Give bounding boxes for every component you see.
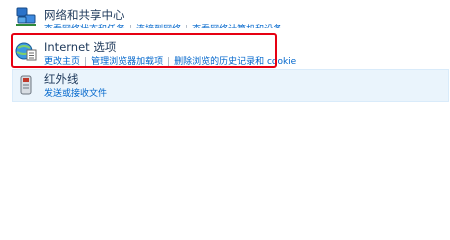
internet-options-icon[interactable] bbox=[14, 39, 38, 63]
panel-item-internet-options: Internet 选项 更改主页 | 管理浏览器加载项 | 删除浏览的历史记录和 coo… bbox=[14, 36, 450, 68]
link-view-network-status[interactable]: 查看网络状态和任务 bbox=[44, 25, 125, 28]
network-sharing-icon[interactable] bbox=[14, 5, 38, 29]
infrared-title[interactable]: 红外线 bbox=[44, 71, 79, 87]
infrared-links: 发送或接收文件 bbox=[44, 86, 107, 99]
link-send-receive-files[interactable]: 发送或接收文件 bbox=[44, 89, 107, 99]
network-sharing-links: 查看网络状态和任务 | 连接到网络 | 查看网络计算机和设备 bbox=[44, 22, 282, 35]
network-sharing-title[interactable]: 网络和共享中心 bbox=[44, 7, 125, 23]
link-separator: | bbox=[167, 57, 171, 67]
infrared-icon[interactable] bbox=[14, 73, 38, 97]
link-change-homepage[interactable]: 更改主页 bbox=[44, 57, 80, 67]
link-manage-addons[interactable]: 管理浏览器加载项 bbox=[91, 57, 163, 67]
internet-options-title[interactable]: Internet 选项 bbox=[44, 39, 116, 55]
panel-item-infrared: 红外线 发送或接收文件 bbox=[14, 70, 450, 100]
internet-options-links: 更改主页 | 管理浏览器加载项 | 删除浏览的历史记录和 cookie bbox=[44, 54, 296, 67]
link-separator: | bbox=[84, 57, 88, 67]
link-separator: | bbox=[129, 25, 133, 35]
link-connect-network[interactable]: 连接到网络 bbox=[136, 25, 181, 28]
link-view-network-computers[interactable]: 查看网络计算机和设备 bbox=[192, 25, 282, 28]
panel-item-network-sharing: 网络和共享中心 查看网络状态和任务 | 连接到网络 | 查看网络计算机和设备 bbox=[14, 0, 450, 30]
link-delete-history[interactable]: 删除浏览的历史记录和 cookie bbox=[174, 57, 296, 67]
link-separator: | bbox=[185, 25, 189, 35]
